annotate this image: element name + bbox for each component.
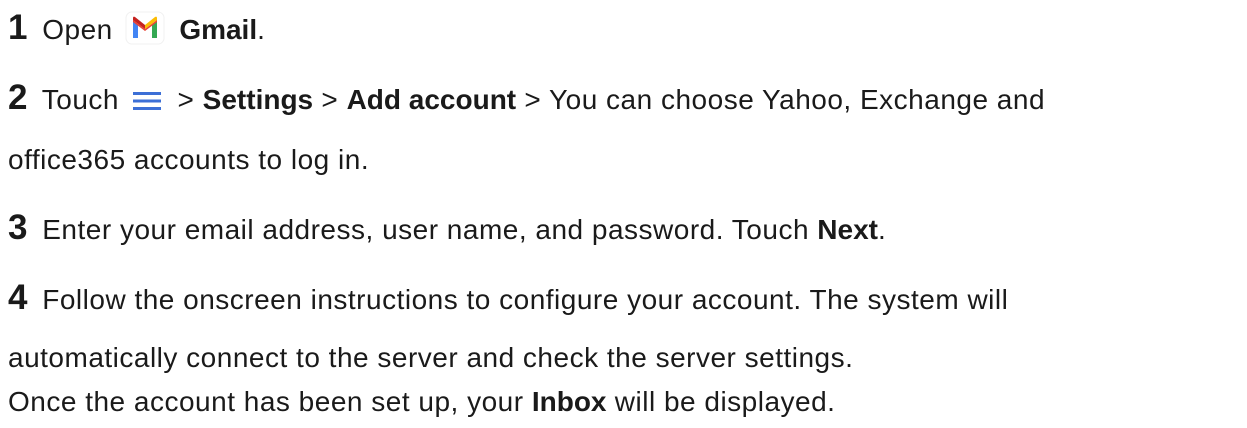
step-text: Open <box>42 14 113 45</box>
step-number: 4 <box>8 278 28 317</box>
step-text: Once the account has been set up, your <box>8 386 524 417</box>
step-2-continued: office365 accounts to log in. <box>8 138 369 182</box>
step-4: 4 Follow the onscreen instructions to co… <box>8 276 1008 320</box>
step-number: 1 <box>8 8 28 47</box>
separator: > <box>177 84 195 115</box>
step-text: automatically connect to the server and … <box>8 342 854 373</box>
step-number: 2 <box>8 78 28 117</box>
step-punct: . <box>257 14 266 45</box>
step-4-continued: Once the account has been set up, your I… <box>8 380 835 424</box>
step-text: Follow the onscreen instructions to conf… <box>42 284 1009 315</box>
menu-icon <box>131 84 163 112</box>
step-text: will be displayed. <box>614 386 836 417</box>
inbox-label: Inbox <box>531 386 607 417</box>
step-2: 2 Touch > Settings > Add account > You c… <box>8 76 1045 120</box>
step-text: > You can choose Yahoo, Exchange and <box>524 84 1046 115</box>
step-4-continued: automatically connect to the server and … <box>8 336 853 380</box>
separator: > <box>321 84 339 115</box>
menu-path-add-account: Add account <box>346 84 517 115</box>
gmail-icon <box>125 10 165 46</box>
app-name: Gmail <box>179 14 258 45</box>
step-text: office365 accounts to log in. <box>8 144 370 175</box>
step-3: 3 Enter your email address, user name, a… <box>8 206 886 250</box>
menu-path-settings: Settings <box>202 84 314 115</box>
step-text: Touch <box>41 84 119 115</box>
next-label: Next <box>817 214 878 245</box>
step-text: Enter your email address, user name, and… <box>42 214 810 245</box>
step-number: 3 <box>8 208 28 247</box>
step-1: 1 Open Gmail. <box>8 6 265 50</box>
step-punct: . <box>878 214 887 245</box>
